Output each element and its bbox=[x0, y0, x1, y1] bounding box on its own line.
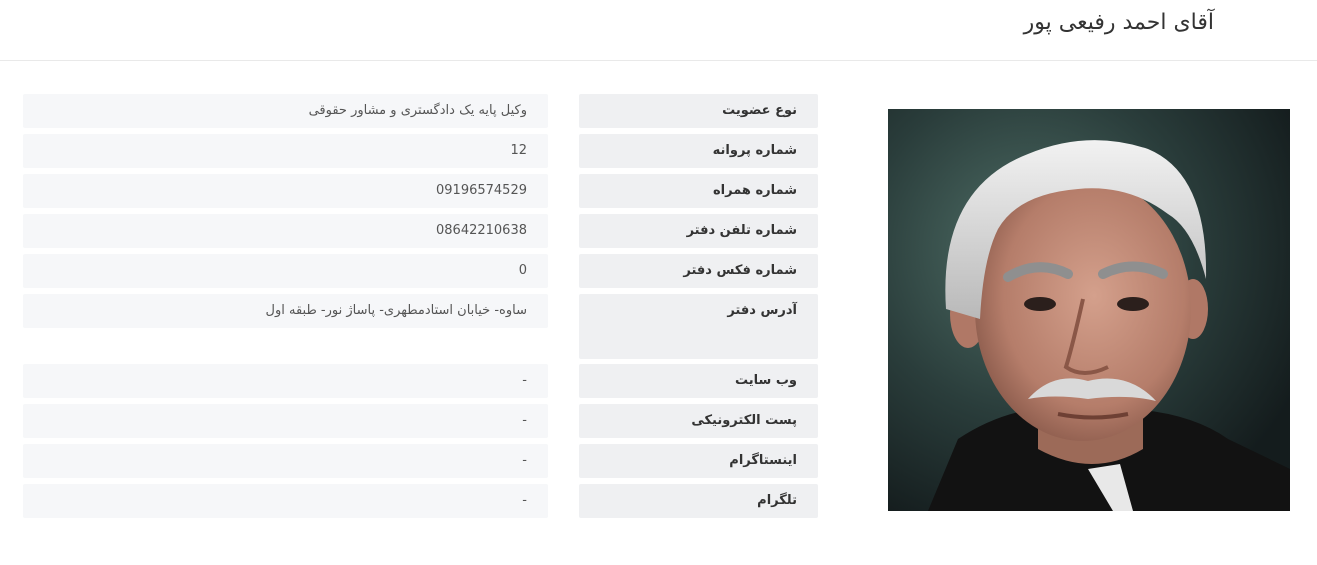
field-label-email: پست الکترونیکی bbox=[579, 404, 818, 438]
field-value-email: - bbox=[23, 404, 548, 438]
field-value-mobile[interactable]: 09196574529 bbox=[23, 174, 548, 208]
field-value-office-fax: 0 bbox=[23, 254, 548, 288]
page-title: آقای احمد رفیعی پور bbox=[1023, 10, 1214, 35]
field-value-license-number: 12 bbox=[23, 134, 548, 168]
portrait-photo bbox=[888, 109, 1290, 511]
field-value-instagram: - bbox=[23, 444, 548, 478]
field-label-office-address: آدرس دفتر bbox=[579, 294, 818, 359]
field-value-telegram: - bbox=[23, 484, 548, 518]
field-label-website: وب سایت bbox=[579, 364, 818, 398]
field-label-office-phone: شماره تلفن دفتر bbox=[579, 214, 818, 248]
page-header: آقای احمد رفیعی پور bbox=[0, 0, 1317, 61]
field-value-membership-type: وکیل پایه یک دادگستری و مشاور حقوقی bbox=[23, 94, 548, 128]
field-label-license-number: شماره پروانه bbox=[579, 134, 818, 168]
field-label-membership-type: نوع عضویت bbox=[579, 94, 818, 128]
field-value-website: - bbox=[23, 364, 548, 398]
field-label-instagram: اینستاگرام bbox=[579, 444, 818, 478]
field-value-office-phone[interactable]: 08642210638 bbox=[23, 214, 548, 248]
field-label-mobile: شماره همراه bbox=[579, 174, 818, 208]
field-label-office-fax: شماره فکس دفتر bbox=[579, 254, 818, 288]
field-value-office-address: ساوه- خیابان استادمطهری- پاساژ نور- طبقه… bbox=[23, 294, 548, 328]
field-label-telegram: تلگرام bbox=[579, 484, 818, 518]
portrait-image bbox=[888, 109, 1290, 511]
